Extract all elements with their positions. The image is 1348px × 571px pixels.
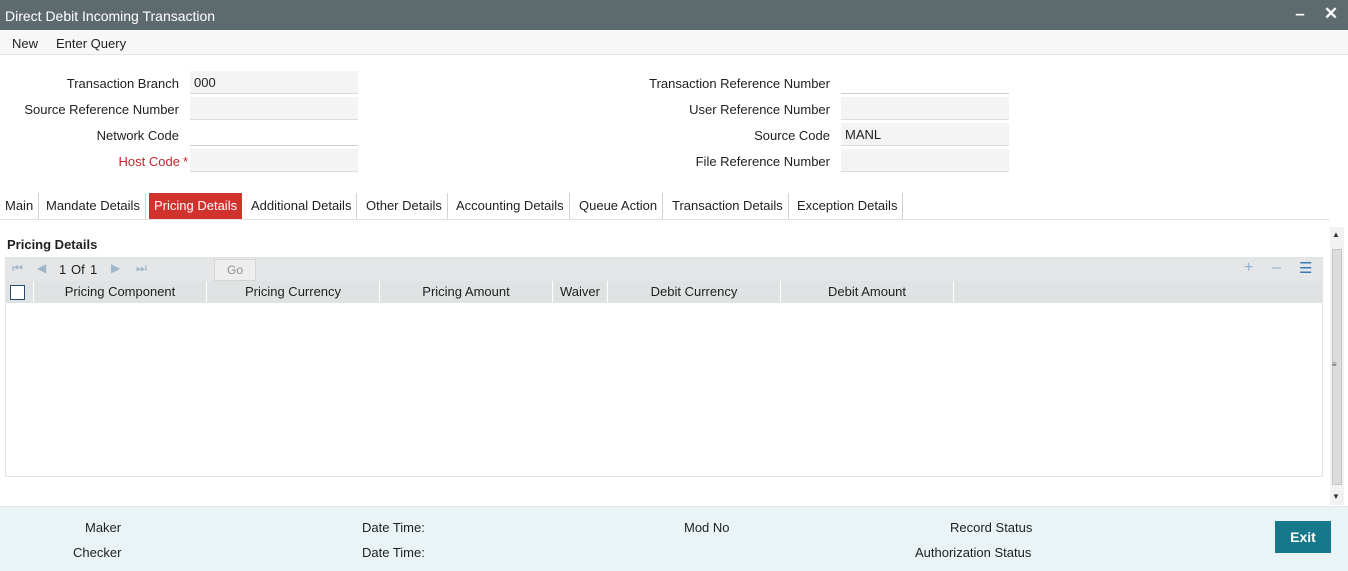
maker-label: Maker [85, 520, 122, 535]
transaction-reference-number-label: Transaction Reference Number [649, 76, 830, 91]
previous-page-icon[interactable]: ◀ [37, 261, 46, 275]
transaction-branch-field[interactable] [190, 71, 358, 94]
record-status-label: Record Status [950, 520, 1033, 535]
source-reference-number-label: Source Reference Number [24, 102, 179, 117]
column-header[interactable]: Pricing Component [34, 281, 207, 303]
grid-header: Pricing Component Pricing Currency Prici… [6, 281, 1322, 303]
menu-new[interactable]: New [12, 36, 38, 51]
scroll-down-icon[interactable]: ▼ [1332, 492, 1340, 501]
source-reference-number-field[interactable] [190, 97, 358, 120]
menu-bar: New Enter Query [0, 30, 1348, 55]
next-page-icon[interactable]: ▶ [111, 261, 120, 275]
add-row-icon[interactable]: + [1244, 259, 1253, 277]
maker-date-time-label: Date Time: [362, 520, 425, 535]
column-header[interactable]: Debit Currency [608, 281, 781, 303]
transaction-reference-number-field[interactable] [841, 71, 1009, 94]
authorization-status-label: Authorization Status [915, 545, 1032, 560]
host-code-label: Host Code * [119, 154, 188, 169]
delete-row-icon[interactable]: – [1272, 259, 1281, 277]
tab-main[interactable]: Main [0, 193, 40, 219]
section-title: Pricing Details [7, 237, 98, 252]
tab-mandate-details[interactable]: Mandate Details [41, 193, 146, 219]
required-marker: * [182, 154, 188, 169]
source-code-field[interactable] [841, 123, 1009, 146]
user-reference-number-label: User Reference Number [689, 102, 830, 117]
checker-label: Checker [73, 545, 122, 560]
first-page-icon[interactable]: ⏮ [12, 261, 23, 276]
network-code-field[interactable] [190, 123, 358, 146]
host-code-field[interactable] [190, 149, 358, 172]
transaction-branch-label: Transaction Branch [66, 76, 179, 91]
column-header[interactable]: Pricing Amount [380, 281, 553, 303]
tab-other-details[interactable]: Other Details [361, 193, 448, 219]
pricing-grid: ⏮ ◀ 1 Of 1 ▶ ⏭ Go + – ☰ Pricing Componen… [5, 257, 1323, 477]
single-view-icon[interactable]: ☰ [1299, 259, 1312, 277]
tab-divider [0, 219, 1330, 220]
tab-transaction-details[interactable]: Transaction Details [667, 193, 789, 219]
title-bar: Direct Debit Incoming Transaction – ✕ [0, 0, 1348, 30]
minimize-icon[interactable]: – [1290, 4, 1310, 24]
last-page-icon[interactable]: ⏭ [136, 261, 147, 276]
menu-enter-query[interactable]: Enter Query [56, 36, 126, 51]
grid-pager: ⏮ ◀ 1 Of 1 ▶ ⏭ Go + – ☰ [6, 258, 1322, 281]
scroll-grip-icon: ≡ [1332, 360, 1337, 369]
current-page: 1 [59, 262, 67, 277]
column-header[interactable]: Waiver [553, 281, 608, 303]
checker-date-time-label: Date Time: [362, 545, 425, 560]
source-code-label: Source Code [754, 128, 830, 143]
column-header[interactable]: Pricing Currency [207, 281, 380, 303]
scroll-up-icon[interactable]: ▲ [1332, 230, 1340, 239]
network-code-label: Network Code [96, 128, 179, 143]
window-title: Direct Debit Incoming Transaction [5, 8, 216, 24]
file-reference-number-field[interactable] [841, 149, 1009, 172]
tab-pricing-details[interactable]: Pricing Details [149, 193, 243, 219]
total-pages: 1 [90, 262, 98, 277]
mod-no-label: Mod No [684, 520, 730, 535]
tab-exception-details[interactable]: Exception Details [792, 193, 904, 219]
tab-queue-action[interactable]: Queue Action [574, 193, 664, 219]
footer: Maker Checker Date Time: Date Time: Mod … [0, 506, 1348, 571]
go-button[interactable]: Go [214, 259, 256, 281]
file-reference-number-label: File Reference Number [695, 154, 830, 169]
column-header[interactable]: Debit Amount [781, 281, 954, 303]
vertical-scrollbar[interactable]: ▲ ≡ ▼ [1330, 227, 1344, 505]
exit-button[interactable]: Exit [1275, 521, 1331, 553]
close-icon[interactable]: ✕ [1321, 4, 1341, 24]
checkbox-column [6, 281, 34, 303]
host-code-label-text: Host Code [118, 154, 180, 169]
page-of-label: Of [71, 262, 85, 277]
tab-additional-details[interactable]: Additional Details [246, 193, 358, 219]
user-reference-number-field[interactable] [841, 97, 1009, 120]
tab-accounting-details[interactable]: Accounting Details [451, 193, 570, 219]
